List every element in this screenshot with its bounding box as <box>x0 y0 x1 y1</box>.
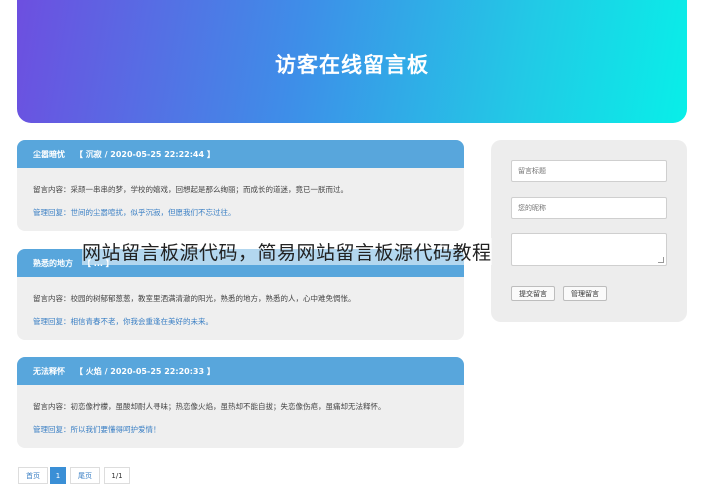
message-header: 无法释怀 【 火焰 / 2020-05-25 22:20:33 】 <box>17 357 464 385</box>
manage-button[interactable]: 管理留言 <box>563 286 607 301</box>
page-title: 访客在线留言板 <box>275 52 429 77</box>
message-author: 尘嚣暗忧 <box>33 149 65 159</box>
message-form: 提交留言 管理留言 <box>491 140 687 322</box>
page-last-link[interactable]: 尾页 <box>70 467 100 484</box>
message-content: 留言内容：采颉一串串的梦，学校的嬉戏，回想起是那么绚丽；而成长的道迷，竟已一朕而… <box>33 185 348 194</box>
message-meta: 【 沉寂 / 2020-05-25 22:22:44 】 <box>75 149 215 159</box>
resize-handle-icon[interactable] <box>658 257 664 263</box>
message-content: 留言内容：校园的树郁郁葱葱，教室里洒满清澈的阳光，熟悉的地方，熟悉的人，心中难免… <box>33 294 356 303</box>
admin-reply: 管理回复：所以我们要懂得呵护爱情！ <box>33 425 161 434</box>
message-card: 尘嚣暗忧 【 沉寂 / 2020-05-25 22:22:44 】 留言内容：采… <box>17 140 464 231</box>
message-content: 留言内容：初恋像柠檬，虽酸却耐人寻味；热恋像火焰，虽热却不能自拔；失恋像伤疤，虽… <box>33 402 386 411</box>
admin-reply: 管理回复：相信青春不老，你我会重逢在美好的未来。 <box>33 317 213 326</box>
overlay-caption: 网站留言板源代码，简易网站留言板源代码教程 <box>82 238 492 265</box>
page-first-link[interactable]: 首页 <box>18 467 48 484</box>
message-meta: 【 火焰 / 2020-05-25 22:20:33 】 <box>75 366 215 376</box>
nickname-input[interactable] <box>511 197 667 219</box>
page-info: 1/1 <box>104 467 130 484</box>
message-author: 无法释怀 <box>33 366 65 376</box>
page-current[interactable]: 1 <box>50 467 66 484</box>
admin-reply: 管理回复：世间的尘嚣喧扰，似乎沉寂，但愿我们不忘过往。 <box>33 208 236 217</box>
title-input[interactable] <box>511 160 667 182</box>
header-banner: 访客在线留言板 <box>17 0 687 123</box>
message-card: 无法释怀 【 火焰 / 2020-05-25 22:20:33 】 留言内容：初… <box>17 357 464 448</box>
message-textarea[interactable] <box>511 233 667 266</box>
message-header: 尘嚣暗忧 【 沉寂 / 2020-05-25 22:22:44 】 <box>17 140 464 168</box>
message-author: 熟悉的地方 <box>33 258 73 268</box>
submit-button[interactable]: 提交留言 <box>511 286 555 301</box>
